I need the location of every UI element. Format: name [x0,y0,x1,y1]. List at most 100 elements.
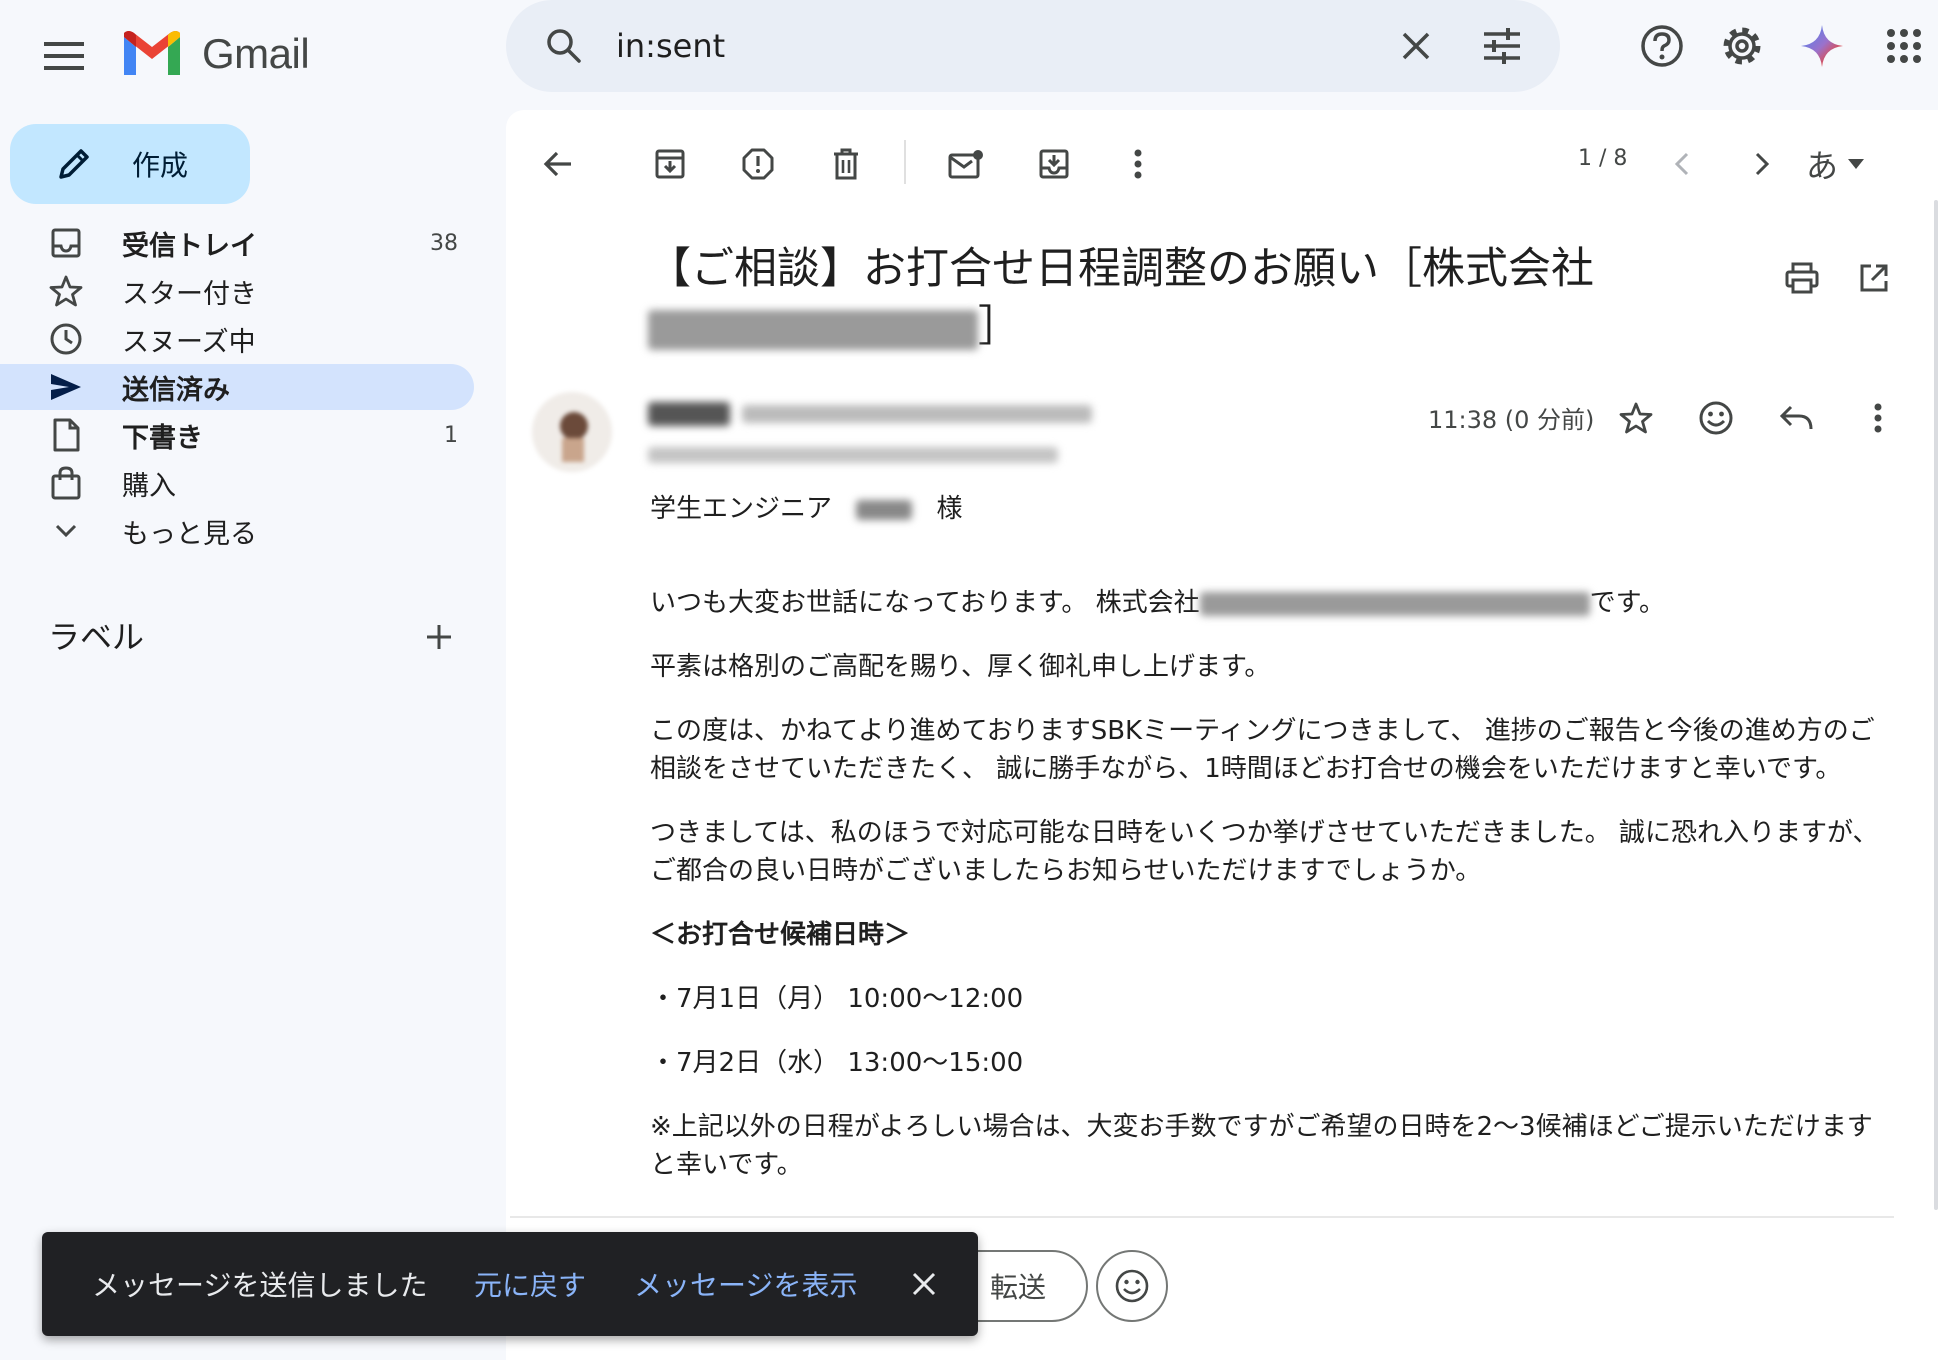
emoji-icon [1115,1269,1149,1303]
salutation-prefix: 学生エンジニア [650,494,833,524]
message-body: 学生エンジニア 様 いつも大変お世話になっております。 株式会社 です。 平素は格… [650,490,1890,1210]
unread-count: 1 [444,422,458,448]
more-options-button[interactable] [1108,134,1168,194]
reply-button[interactable] [1768,390,1824,446]
clock-icon [44,317,88,361]
settings-button[interactable] [1710,14,1774,78]
close-icon [1402,32,1430,60]
sidebar-item-label: 下書き [122,422,203,454]
open-in-new-window-button[interactable] [1846,250,1902,306]
gmail-logo[interactable]: Gmail [120,14,310,94]
older-button[interactable] [1732,134,1792,194]
search-bar[interactable] [506,0,1560,92]
paragraph: この度は、かねてより進めておりますSBKミーティングにつきまして、 進捗のご報告… [650,716,1875,784]
sidebar-item-sent[interactable]: 送信済み [0,364,474,410]
star-icon [44,269,88,313]
main-menu-button[interactable] [28,20,100,92]
sidebar-item-snoozed[interactable]: スヌーズ中 [0,316,474,362]
hamburger-menu-icon [44,42,84,70]
input-tools-button[interactable]: あ [1806,134,1896,194]
shopping-bag-icon [44,461,88,505]
sidebar-item-inbox[interactable]: 受信トレイ 38 [0,220,474,266]
sidebar-item-label: もっと見る [122,518,257,550]
schedule-slot: ・7月1日（月） 10:00〜12:00 [650,984,1024,1014]
chevron-left-icon [1674,152,1689,176]
search-input[interactable] [616,20,1376,72]
star-icon [1619,402,1653,434]
inbox-icon [44,221,88,265]
clear-search-button[interactable] [1388,18,1444,74]
message-more-button[interactable] [1850,390,1906,446]
search-options-button[interactable] [1474,18,1530,74]
snackbar-message: メッセージを送信しました [92,1269,428,1302]
redacted-sender-name [648,402,730,426]
message-view: 1 / 8 あ 【ご相談】お打合せ日程調整のお願い［株式会社 ］ 11:38 (… [506,110,1938,1360]
unread-count: 38 [430,230,458,256]
newer-button[interactable] [1652,134,1712,194]
message-timestamp: 11:38 (0 分前) [1428,406,1595,434]
sender-avatar[interactable] [532,392,612,472]
back-button[interactable] [528,134,588,194]
redacted-sender-email [742,405,1092,423]
sidebar-item-purchases[interactable]: 購入 [0,460,474,506]
move-to-button[interactable] [1024,134,1084,194]
recipient-info[interactable] [648,440,1058,470]
salutation-suffix: 様 [936,494,963,524]
help-icon [1641,25,1683,67]
apps-grid-icon [1887,29,1921,63]
search-icon [547,29,581,63]
archive-button[interactable] [640,134,700,194]
greeting: いつも大変お世話になっております。 株式会社 です。 [650,584,1890,622]
open-in-new-icon [1860,264,1888,292]
search-button[interactable] [536,18,592,74]
app-name: Gmail [202,30,310,77]
undo-send-link[interactable]: 元に戻す [474,1264,586,1304]
plus-icon [427,625,451,649]
support-button[interactable] [1630,14,1694,78]
sidebar-item-label: スヌーズ中 [122,326,256,358]
dismiss-snackbar-button[interactable] [898,1258,950,1310]
add-reaction-button[interactable] [1688,390,1744,446]
report-spam-button[interactable] [728,134,788,194]
print-all-button[interactable] [1774,250,1830,306]
sidebar-item-starred[interactable]: スター付き [0,268,474,314]
scrollbar[interactable] [1934,200,1938,1210]
sidebar-item-more[interactable]: もっと見る [0,508,474,554]
pencil-icon [44,134,104,194]
printer-icon [1785,262,1819,294]
gemini-button[interactable] [1790,14,1854,78]
sidebar-item-label: スター付き [122,278,257,310]
mark-unread-icon [948,150,983,179]
send-icon [44,365,88,409]
labels-heading: ラベル [48,618,145,656]
arrow-back-icon [543,151,571,177]
salutation: 学生エンジニア 様 [650,490,1890,528]
tune-icon [1484,28,1520,64]
create-label-button[interactable] [414,612,464,662]
star-button[interactable] [1608,390,1664,446]
more-vert-icon [1134,149,1142,179]
emoji-reaction-button[interactable] [1096,1250,1168,1322]
compose-button[interactable]: 作成 [10,124,250,204]
sender-info [648,396,1092,432]
view-message-link[interactable]: メッセージを表示 [634,1264,857,1304]
forward-label: 転送 [989,1271,1046,1304]
delete-button[interactable] [816,134,876,194]
emoji-icon [1699,401,1733,435]
divider [510,1216,1894,1218]
archive-icon [655,149,685,179]
schedule-slot: ・7月2日（水） 13:00〜15:00 [650,1048,1024,1078]
google-apps-button[interactable] [1872,14,1936,78]
redacted-recipient [648,447,1058,463]
close-icon [912,1272,936,1296]
gemini-sparkle-icon [1801,25,1843,67]
greeting-prefix: いつも大変お世話になっております。 株式会社 [650,588,1200,618]
chevron-right-icon [1755,152,1770,176]
mark-unread-button[interactable] [936,134,996,194]
paragraph: つきましては、私のほうで対応可能な日時をいくつか挙げさせていただきました。 誠に… [650,818,1879,886]
paragraph: 平素は格別のご高配を賜り、厚く御礼申し上げます。 [650,652,1271,682]
sidebar-item-drafts[interactable]: 下書き 1 [0,412,474,458]
redacted-company-name [1199,591,1590,616]
schedule-heading: ＜お打合せ候補日時＞ [650,920,911,950]
input-tools-label: あ [1806,147,1839,185]
